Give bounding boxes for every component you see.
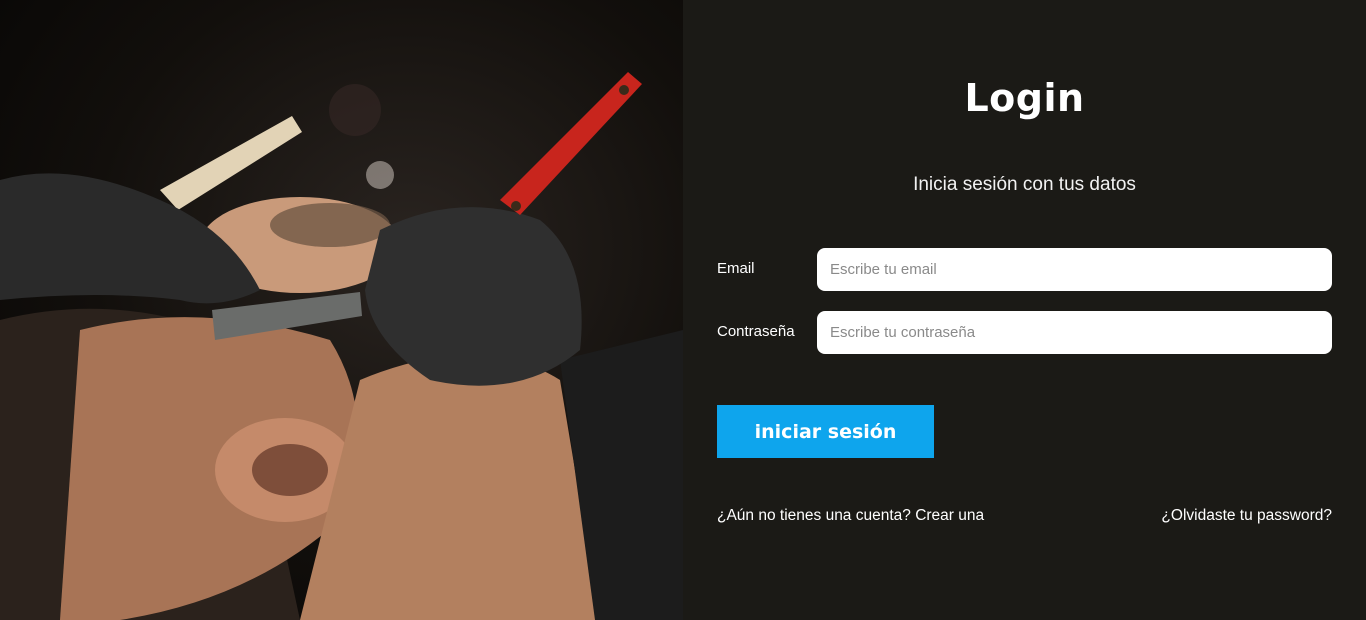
barber-shaving-illustration <box>0 72 683 620</box>
email-label: Email <box>717 260 755 277</box>
page-subtitle: Inicia sesión con tus datos <box>913 174 1136 195</box>
email-row: Email <box>717 248 1332 291</box>
forgot-password-link[interactable]: ¿Olvidaste tu password? <box>1161 507 1332 525</box>
hero-photo <box>0 0 683 620</box>
page-title: Login <box>964 76 1085 120</box>
password-row: Contraseña <box>717 311 1332 354</box>
login-page: Login Inicia sesión con tus datos Email … <box>0 0 1366 620</box>
register-link[interactable]: ¿Aún no tienes una cuenta? Crear una <box>717 507 984 525</box>
login-panel: Login Inicia sesión con tus datos Email … <box>683 0 1366 620</box>
login-submit-button[interactable]: iniciar sesión <box>717 405 934 458</box>
email-input[interactable] <box>817 248 1332 291</box>
password-label: Contraseña <box>717 323 795 340</box>
password-input[interactable] <box>817 311 1332 354</box>
